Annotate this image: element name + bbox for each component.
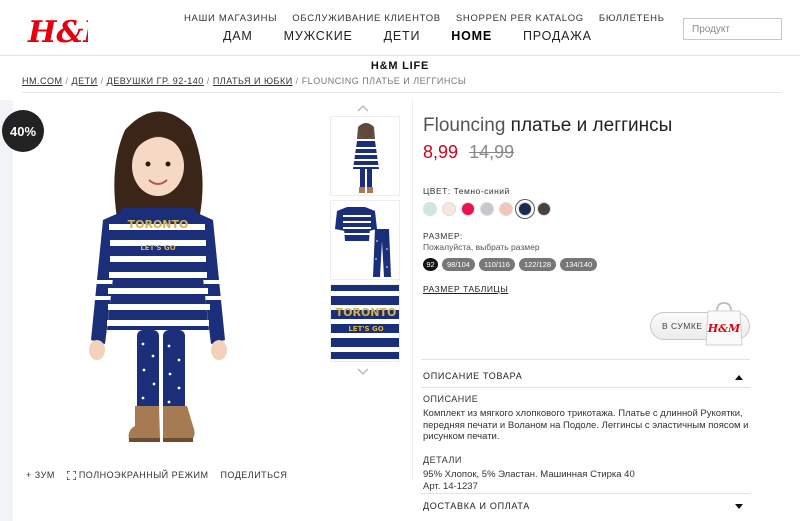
top-link-newsletter[interactable]: БЮЛЛЕТЕНЬ [599,13,665,24]
size-option[interactable]: 134/140 [560,258,598,271]
size-hint: Пожалуйста, выбрать размер [423,242,540,252]
thumbnails-scrollbar[interactable] [412,100,413,480]
color-swatch[interactable] [480,202,494,216]
share-label: ПОДЕЛИТЬСЯ [220,470,288,480]
color-swatches [423,202,551,216]
nav-sale[interactable]: ПРОДАЖА [523,29,592,43]
breadcrumb-separator: / [206,76,210,86]
original-price: 14,99 [469,142,515,162]
details-composition: 95% Хлопок, 5% Эластан. Машинная Стирка … [423,469,635,480]
thumbnail-print-text: TORONTO [336,306,397,319]
hm-logo[interactable]: H&M [26,8,88,52]
description-header-divider [421,387,750,388]
top-links: НАШИ МАГАЗИНЫ ОБСЛУЖИВАНИЕ КЛИЕНТОВ SHOP… [184,13,665,24]
expand-arrow-icon[interactable] [735,504,743,510]
color-swatch[interactable] [461,202,475,216]
image-tools: + ЗУМ ПОЛНОЭКРАННЫЙ РЕЖИМ ПОДЕЛИТЬСЯ [26,470,287,480]
bag-logo-text: H&M [707,322,741,335]
breadcrumb-separator: / [295,76,299,86]
search-placeholder: Продукт [692,23,730,35]
description-text: Комплект из мягкого хлопкового трикотажа… [423,408,749,442]
fullscreen-button[interactable]: ПОЛНОЭКРАННЫЙ РЕЖИМ [66,470,209,480]
shopping-bag-icon[interactable]: H&M [700,299,748,347]
nav-men[interactable]: МУЖСКИЕ [284,29,353,43]
dress-print-subtext: LET'S GO [140,244,175,252]
color-label-title: ЦВЕТ: [423,186,451,196]
thumbnail-1[interactable] [330,116,400,196]
collapse-arrow-icon[interactable] [735,374,743,380]
color-swatch[interactable] [537,202,551,216]
breadcrumb-separator: / [65,76,69,86]
color-swatch[interactable] [442,202,456,216]
thumbnail-3[interactable]: TORONTO LET'S GO [330,284,400,362]
search-input[interactable]: Продукт [683,18,782,40]
breadcrumb-divider [22,92,782,93]
breadcrumb-separator: / [100,76,104,86]
product-title-rest: платье и леггинсы [510,115,673,136]
details-subtitle: ДЕТАЛИ [423,455,462,465]
delivery-section-toggle[interactable]: ДОСТАВКА И ОПЛАТА [423,501,530,511]
main-product-image[interactable]: TORONTO LET'S GO [13,100,323,462]
nav-kids[interactable]: ДЕТИ [384,29,421,43]
plus-icon: + [26,470,32,480]
description-subtitle: ОПИСАНИЕ [423,394,479,404]
top-link-catalog[interactable]: SHOPPEN PER KATALOG [456,13,584,24]
size-option[interactable]: 92 [423,258,438,271]
description-section-toggle[interactable]: ОПИСАНИЕ ТОВАРА [423,371,522,381]
sale-price: 8,99 [423,142,459,162]
product-title-brand: Flouncing [423,115,506,136]
main-nav: ДАМ МУЖСКИЕ ДЕТИ HOME ПРОДАЖА [223,29,592,43]
top-link-customer-service[interactable]: ОБСЛУЖИВАНИЕ КЛИЕНТОВ [292,13,441,24]
size-chart-link[interactable]: РАЗМЕР ТАБЛИЦЫ [423,284,508,294]
zoom-button[interactable]: + ЗУМ [26,470,55,480]
dress-print-text: TORONTO [128,218,189,231]
girl-figure-illustration: TORONTO LET'S GO [89,111,227,442]
delivery-top-divider [421,493,750,494]
thumbnail-2[interactable] [330,200,400,280]
share-button[interactable]: ПОДЕЛИТЬСЯ [220,470,287,480]
breadcrumb-dresses[interactable]: ПЛАТЬЯ И ЮБКИ [213,76,293,86]
thumbnails-down-arrow-icon[interactable] [357,368,369,376]
description-top-divider [421,359,750,360]
breadcrumb-current: FLOUNCING ПЛАТЬЕ И ЛЕГГИНСЫ [301,76,467,86]
thumbnails-up-arrow-icon[interactable] [357,104,369,112]
nav-home[interactable]: HOME [451,29,492,43]
color-label-value: Темно-синий [453,186,510,196]
thumbnail-3-image: TORONTO LET'S GO [331,285,399,361]
discount-badge: 40% [2,110,44,152]
left-promo-strip [0,100,13,521]
hm-logo-text: H&M [27,15,88,50]
top-link-stores[interactable]: НАШИ МАГАЗИНЫ [184,13,277,24]
breadcrumb-hm-com[interactable]: HM.COM [22,76,63,86]
breadcrumb-kids[interactable]: ДЕТИ [72,76,98,86]
size-options: 92 98/104 110/116 122/128 134/140 [423,258,598,271]
size-option[interactable]: 98/104 [442,258,475,271]
thumbnail-1-image [353,123,379,193]
color-swatch[interactable] [423,202,437,216]
thumbnail-2-image [335,207,391,277]
add-to-bag-label: В СУМКЕ [662,321,703,331]
size-option[interactable]: 110/116 [478,258,515,271]
details-article-number: Арт. 14-1237 [423,481,478,492]
fullscreen-icon [66,470,76,480]
color-swatch[interactable] [499,202,513,216]
size-option[interactable]: 122/128 [518,258,557,271]
fullscreen-label: ПОЛНОЭКРАННЫЙ РЕЖИМ [78,470,209,480]
product-prices: 8,99 14,99 [423,142,514,163]
breadcrumb-girls[interactable]: ДЕВУШКИ ГР. 92-140 [107,76,204,86]
breadcrumb: HM.COM / ДЕТИ / ДЕВУШКИ ГР. 92-140/ПЛАТЬЯ И … [22,76,466,86]
size-label: РАЗМЕР: [423,231,463,241]
thumbnail-print-subtext: LET'S GO [348,325,383,333]
color-label: ЦВЕТ: Темно-синий [423,186,510,196]
color-swatch[interactable] [518,202,532,216]
nav-women[interactable]: ДАМ [223,29,253,43]
product-title: Flouncing платье и леггинсы [423,115,672,137]
section-heading: H&M LIFE [370,60,430,72]
zoom-label: ЗУМ [34,470,55,480]
header-divider [0,55,800,56]
